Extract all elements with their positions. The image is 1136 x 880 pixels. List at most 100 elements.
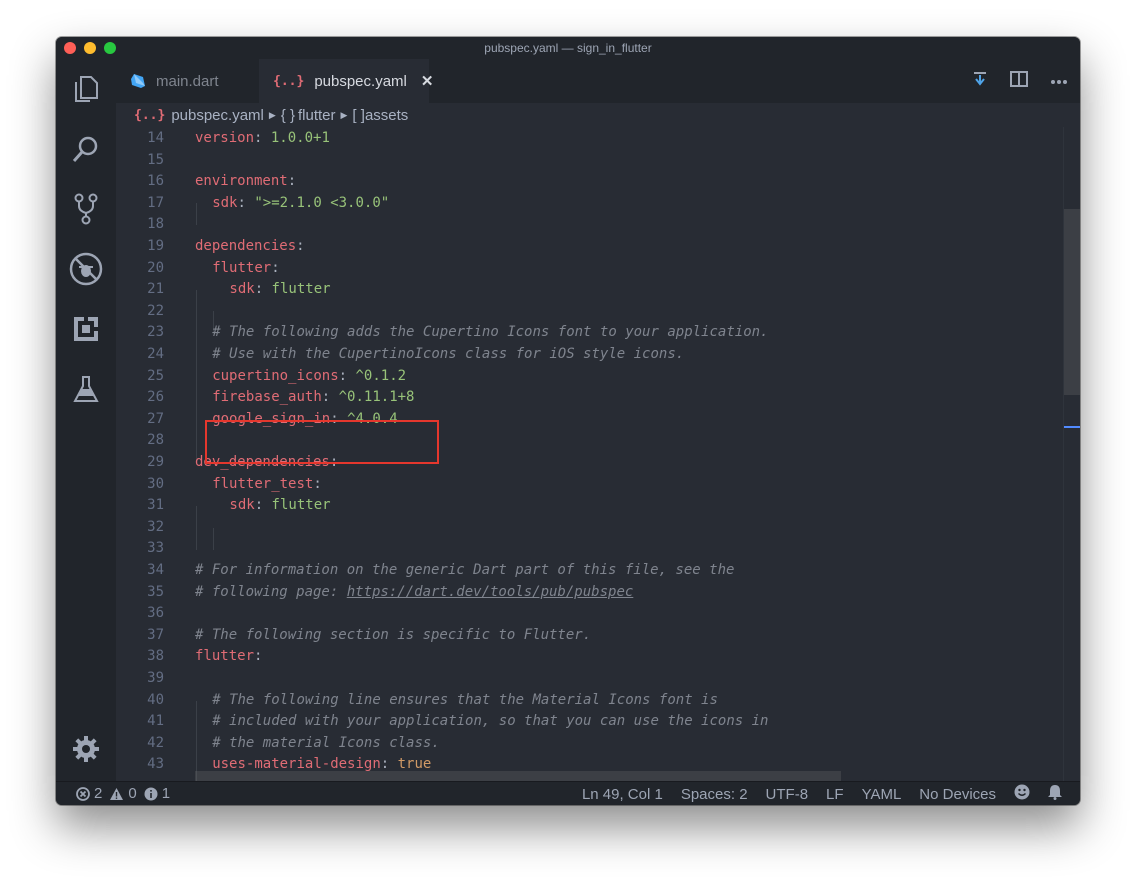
yaml-value: ^0.1.2: [355, 367, 407, 384]
line-content: # The following adds the Cupertino Icons…: [212, 322, 768, 344]
breadcrumb: {..} pubspec.yaml ▶ { } flutter ▶ [ ] as…: [116, 103, 1080, 127]
code-line: 40 # The following line ensures that the …: [116, 690, 1062, 712]
line-content: flutter:: [195, 646, 271, 668]
close-window-button[interactable]: [64, 42, 76, 54]
code-line: 33: [116, 538, 1062, 560]
array-brackets-icon: [ ]: [352, 106, 365, 124]
editor-actions: [972, 59, 1080, 103]
line-number: 32: [147, 518, 164, 535]
line-content: # The following line ensures that the Ma…: [212, 690, 718, 712]
source-control-icon[interactable]: [68, 191, 104, 227]
tab-close-icon[interactable]: ✕: [421, 72, 434, 90]
yaml-key: flutter_test: [212, 475, 314, 492]
code-line: 35 # following page: https://dart.dev/too…: [116, 582, 1062, 604]
search-icon[interactable]: [68, 131, 104, 167]
yaml-comment: # The following section is specific to F…: [195, 627, 591, 643]
yaml-braces-icon: {..}: [273, 73, 305, 89]
comment-link[interactable]: https://dart.dev/tools/pub/pubspec: [347, 584, 634, 600]
line-number: 39: [147, 670, 164, 686]
line-number: 16: [147, 173, 164, 190]
line-content: # following page: https://dart.dev/tools…: [195, 582, 633, 604]
vertical-scrollbar-thumb[interactable]: [1064, 209, 1080, 395]
yaml-key: firebase_auth: [212, 389, 322, 406]
more-actions-icon[interactable]: [1050, 72, 1068, 90]
line-content: firebase_auth: ^0.11.1+8: [212, 387, 414, 409]
error-count: 2: [94, 785, 103, 802]
notifications-bell-icon[interactable]: [1048, 784, 1062, 804]
debug-icon[interactable]: [68, 251, 104, 287]
line-content: cupertino_icons: ^0.1.2: [212, 366, 406, 388]
dart-icon: [130, 73, 146, 89]
yaml-colon: :: [296, 238, 314, 254]
comment-text: # The following adds the Cupertino Icons…: [212, 324, 769, 341]
code-line: 34 # For information on the generic Dart …: [116, 560, 1062, 582]
line-content: sdk: ">=2.1.0 <3.0.0": [212, 193, 389, 215]
code-line: 37 # The following section is specific to…: [116, 625, 1062, 647]
line-number: 30: [147, 475, 164, 492]
code-line: 25 cupertino_icons: ^0.1.2: [116, 366, 1062, 388]
code-line: 30 flutter_test:: [116, 474, 1062, 496]
problems-indicator[interactable]: 2 0 1: [56, 785, 174, 802]
yaml-value: ^0.11.1+8: [338, 389, 415, 406]
code-line: 38 flutter:: [116, 646, 1062, 668]
breadcrumb-file[interactable]: {..} pubspec.yaml: [134, 107, 264, 124]
line-number: 22: [147, 302, 164, 319]
encoding[interactable]: UTF-8: [766, 786, 809, 803]
comment-text: # included with your application, so tha…: [212, 713, 769, 730]
device-selector[interactable]: No Devices: [919, 786, 996, 803]
breadcrumb-item-assets[interactable]: [ ] assets: [352, 107, 408, 124]
yaml-colon: :: [254, 648, 271, 665]
maximize-window-button[interactable]: [104, 42, 116, 54]
breadcrumb-item-flutter[interactable]: { } flutter: [281, 107, 336, 124]
split-editor-icon[interactable]: [1010, 70, 1028, 92]
info-icon: [144, 787, 158, 800]
cursor-position[interactable]: Ln 49, Col 1: [582, 786, 663, 803]
feedback-smiley-icon[interactable]: [1014, 784, 1030, 804]
settings-gear-icon[interactable]: [68, 731, 104, 767]
code-line: 36: [116, 603, 1062, 625]
tab-pubspec-yaml[interactable]: {..} pubspec.yaml ✕: [259, 59, 433, 103]
yaml-comment: # For information on the generic Dart pa…: [195, 562, 734, 578]
yaml-colon: :: [321, 389, 339, 406]
yaml-colon: :: [313, 475, 331, 492]
code-line: 20 flutter:: [116, 258, 1062, 280]
minimize-window-button[interactable]: [84, 42, 96, 54]
language-mode[interactable]: YAML: [862, 786, 902, 803]
line-number: 40: [147, 691, 164, 708]
vscode-window: pubspec.yaml — sign_in_flutter main.dart…: [56, 37, 1080, 805]
yaml-colon: :: [254, 497, 272, 514]
code-line: 24 # Use with the CupertinoIcons class fo…: [116, 344, 1062, 366]
line-number: 24: [147, 346, 164, 362]
yaml-comment: # The following line ensures that the Ma…: [212, 692, 718, 708]
code-line: 26 firebase_auth: ^0.11.1+8: [116, 387, 1062, 409]
code-line: 39: [116, 668, 1062, 690]
yaml-value: flutter: [271, 497, 331, 514]
code-line: 41 # included with your application, so t…: [116, 711, 1062, 733]
extensions-icon[interactable]: [68, 311, 104, 347]
yaml-value: 1.0.0+1: [270, 130, 330, 146]
line-number: 19: [147, 238, 164, 254]
yaml-key: flutter: [212, 259, 272, 276]
comment-text: # the material Icons class.: [212, 734, 440, 751]
tab-main-dart[interactable]: main.dart: [116, 59, 259, 103]
code-line: 32: [116, 517, 1062, 539]
yaml-value: ">=2.1.0 <3.0.0": [254, 194, 390, 211]
explorer-icon[interactable]: [68, 71, 104, 107]
code-editor[interactable]: 14 version: 1.0.0+1 15 16 environment: 17 sdk…: [116, 127, 1080, 781]
code-line: 23 # The following adds the Cupertino Ico…: [116, 322, 1062, 344]
testing-flask-icon[interactable]: [68, 371, 104, 407]
yaml-key: cupertino_icons: [212, 367, 339, 384]
line-number: 37: [147, 626, 164, 643]
line-number: 43: [147, 756, 164, 773]
code-line: 14 version: 1.0.0+1: [116, 128, 1062, 150]
line-number: 15: [147, 151, 164, 168]
line-number: 27: [147, 410, 164, 427]
horizontal-scrollbar-thumb[interactable]: [195, 771, 841, 781]
indentation[interactable]: Spaces: 2: [681, 786, 748, 803]
line-content: sdk: flutter: [229, 495, 330, 517]
yaml-key: sdk: [212, 194, 238, 211]
open-changes-icon[interactable]: [972, 71, 988, 92]
line-content: sdk: flutter: [229, 279, 330, 301]
end-of-line[interactable]: LF: [826, 786, 844, 803]
tab-label: main.dart: [156, 72, 219, 90]
